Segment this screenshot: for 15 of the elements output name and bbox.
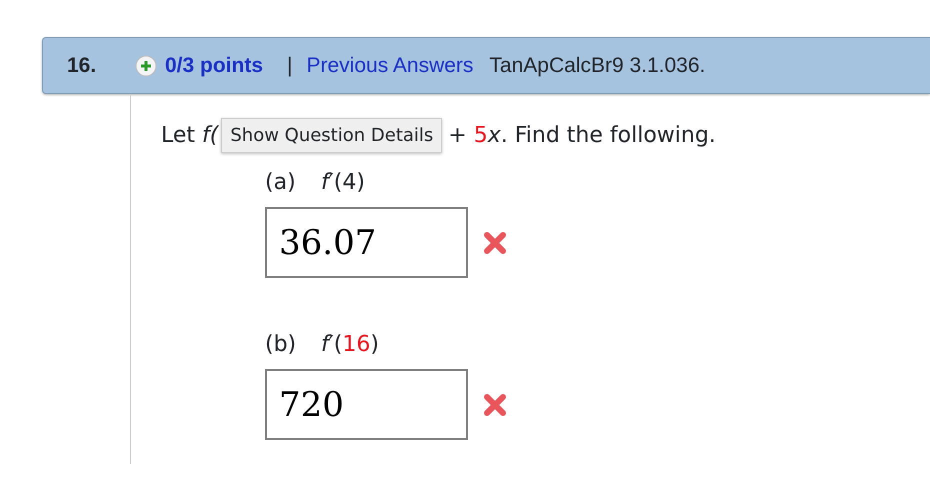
- plus-icon[interactable]: [135, 54, 157, 76]
- part-label: (b): [265, 331, 298, 359]
- part-expression: f′(16): [321, 331, 379, 359]
- previous-answers-link[interactable]: Previous Answers: [306, 50, 474, 82]
- points-link[interactable]: 0/3 points: [165, 50, 264, 82]
- separator: |: [287, 52, 292, 79]
- question-text: + 5x. Find the following.: [448, 122, 716, 150]
- question-number: 16.: [67, 52, 98, 79]
- part-label: (a): [265, 169, 297, 197]
- tooltip: Show Question Details: [221, 118, 442, 152]
- answer-field[interactable]: 720: [265, 369, 468, 440]
- question-text: Let f(: [161, 122, 218, 150]
- answer-field[interactable]: 36.07: [265, 207, 468, 278]
- question-reference: TanApCalcBr9 3.1.036.: [489, 52, 706, 79]
- part-expression: f′(4): [321, 169, 365, 197]
